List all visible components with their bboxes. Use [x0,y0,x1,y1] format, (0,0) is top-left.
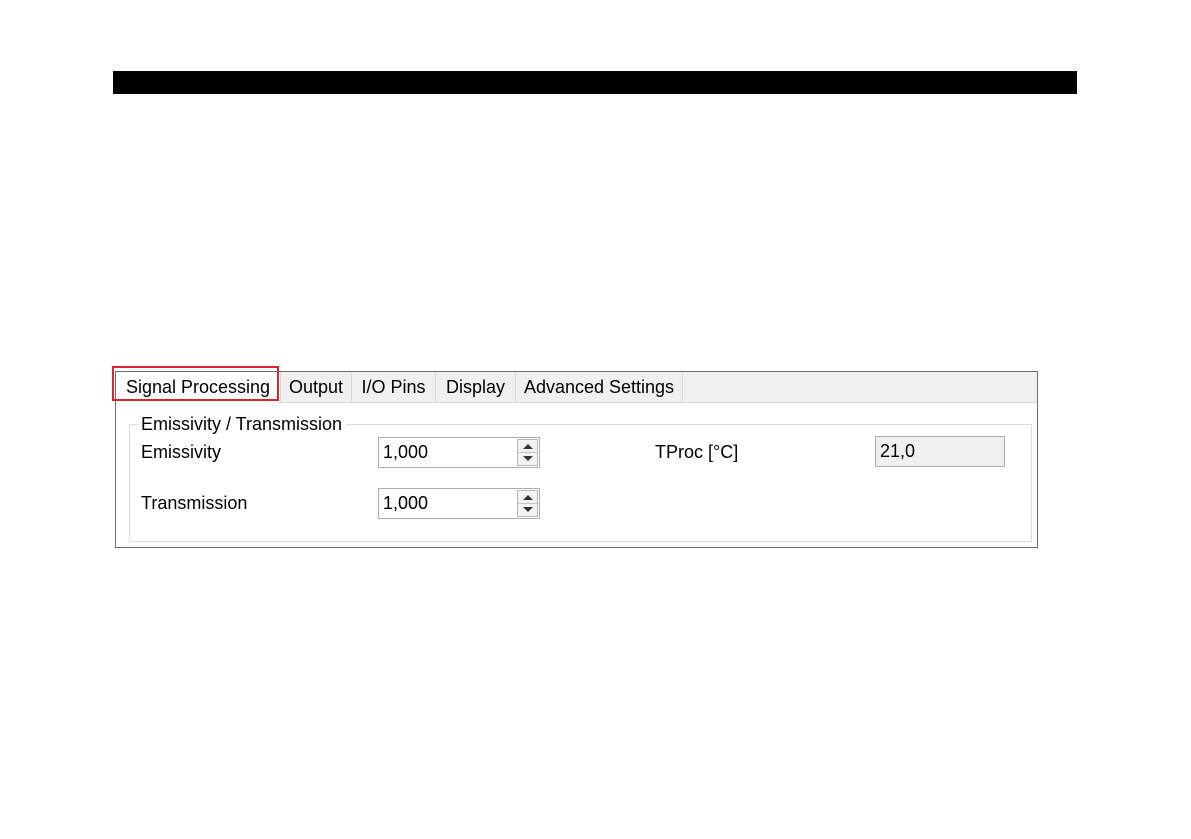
tab-strip: Signal Processing Output I/O Pins Displa… [116,372,1037,403]
tab-io-pins[interactable]: I/O Pins [352,372,436,402]
emissivity-spin-buttons [517,439,538,466]
transmission-spin-buttons [517,490,538,517]
transmission-label: Transmission [141,493,248,513]
tproc-label: TProc [°C] [655,442,739,462]
emissivity-spinbox[interactable]: 1,000 [378,437,540,468]
emissivity-decrement-button[interactable] [518,453,537,466]
tab-advanced-settings[interactable]: Advanced Settings [516,372,683,402]
group-title: Emissivity / Transmission [138,414,347,434]
emissivity-label: Emissivity [141,442,221,462]
transmission-value[interactable]: 1,000 [383,489,428,518]
transmission-decrement-button[interactable] [518,504,537,517]
arrow-up-icon [523,495,533,500]
transmission-increment-button[interactable] [518,491,537,504]
tproc-field: 21,0 [875,436,1005,467]
tab-signal-processing[interactable]: Signal Processing [116,372,281,403]
top-black-bar [113,71,1077,94]
arrow-down-icon [523,506,533,512]
emissivity-increment-button[interactable] [518,440,537,453]
emissivity-value[interactable]: 1,000 [383,438,428,467]
tab-output[interactable]: Output [281,372,352,402]
arrow-down-icon [523,455,533,461]
transmission-spinbox[interactable]: 1,000 [378,488,540,519]
arrow-up-icon [523,444,533,449]
tproc-value: 21,0 [880,441,916,461]
tab-display[interactable]: Display [436,372,516,402]
